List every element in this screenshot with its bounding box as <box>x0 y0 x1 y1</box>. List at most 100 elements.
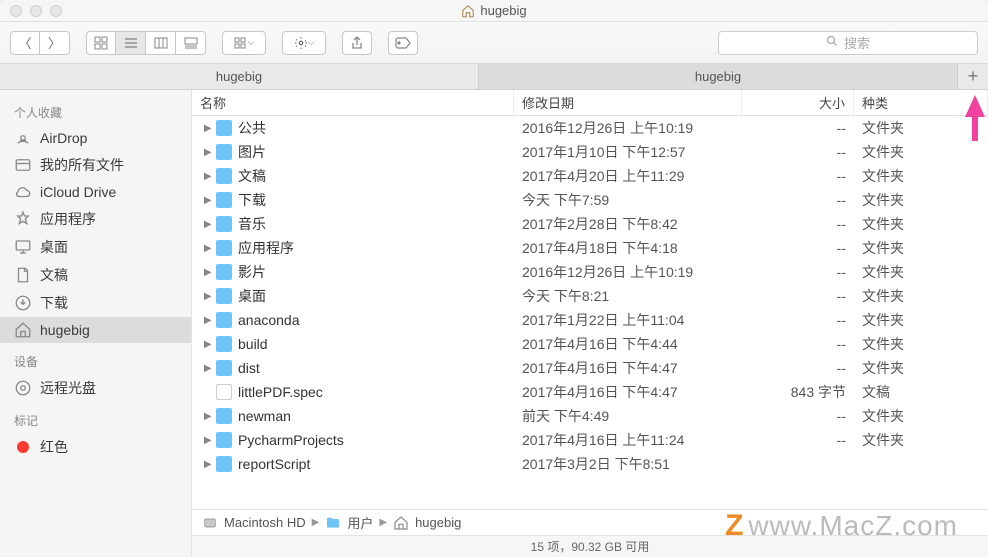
back-button[interactable]: 〈 <box>10 31 40 55</box>
file-size: -- <box>742 432 854 448</box>
sidebar-item[interactable]: 我的所有文件 <box>0 151 191 179</box>
file-row[interactable]: ▶桌面今天 下午8:21--文件夹 <box>192 284 988 308</box>
file-row[interactable]: ▶build2017年4月16日 下午4:44--文件夹 <box>192 332 988 356</box>
disclosure-triangle[interactable]: ▶ <box>200 291 210 302</box>
file-date: 前天 下午4:49 <box>514 406 742 426</box>
zoom-button[interactable] <box>50 5 62 17</box>
tag-icon <box>14 438 32 456</box>
sidebar-item-label: 远程光盘 <box>40 378 96 398</box>
search-field[interactable]: 搜索 <box>718 31 978 55</box>
file-row[interactable]: ▶文稿2017年4月20日 上午11:29--文件夹 <box>192 164 988 188</box>
action-button[interactable]: ⌵ <box>282 31 326 55</box>
column-view-button[interactable] <box>146 31 176 55</box>
sidebar-item[interactable]: AirDrop <box>0 125 191 151</box>
folder-icon <box>216 336 232 352</box>
search-icon <box>826 35 838 50</box>
file-row[interactable]: ▶影片2016年12月26日 上午10:19--文件夹 <box>192 260 988 284</box>
col-date[interactable]: 修改日期 <box>514 90 742 115</box>
file-row[interactable]: ▶newman前天 下午4:49--文件夹 <box>192 404 988 428</box>
coverflow-view-button[interactable] <box>176 31 206 55</box>
disclosure-triangle[interactable]: ▶ <box>200 123 210 134</box>
nav-buttons: 〈 〉 <box>10 31 70 55</box>
breadcrumb-item[interactable]: 用户 <box>347 513 373 532</box>
disclosure-triangle[interactable]: ▶ <box>200 459 210 470</box>
col-size[interactable]: 大小 <box>742 90 854 115</box>
file-row[interactable]: ▶anaconda2017年1月22日 上午11:04--文件夹 <box>192 308 988 332</box>
file-name: 桌面 <box>238 286 266 306</box>
folder-icon <box>216 216 232 232</box>
disclosure-triangle[interactable]: ▶ <box>200 435 210 446</box>
disclosure-triangle[interactable]: ▶ <box>200 315 210 326</box>
folder-icon <box>216 288 232 304</box>
file-date: 2017年4月16日 下午4:44 <box>514 334 742 354</box>
sidebar-item[interactable]: hugebig <box>0 317 191 343</box>
disclosure-triangle[interactable]: ▶ <box>200 363 210 374</box>
sidebar-section-header: 设备 <box>0 343 191 374</box>
disclosure-triangle[interactable]: ▶ <box>200 267 210 278</box>
tags-button[interactable] <box>388 31 418 55</box>
disclosure-triangle[interactable]: ▶ <box>200 147 210 158</box>
file-row[interactable]: ▶下载今天 下午7:59--文件夹 <box>192 188 988 212</box>
view-buttons <box>86 31 206 55</box>
tab-1[interactable]: hugebig <box>0 64 479 89</box>
sidebar-item[interactable]: 文稿 <box>0 261 191 289</box>
folder-icon <box>216 144 232 160</box>
breadcrumb-item[interactable]: hugebig <box>415 515 461 530</box>
folder-icon <box>216 312 232 328</box>
file-row[interactable]: ▶公共2016年12月26日 上午10:19--文件夹 <box>192 116 988 140</box>
file-name: PycharmProjects <box>238 432 344 448</box>
minimize-button[interactable] <box>30 5 42 17</box>
sidebar-item-label: 我的所有文件 <box>40 155 124 175</box>
disclosure-triangle[interactable]: ▶ <box>200 195 210 206</box>
forward-button[interactable]: 〉 <box>40 31 70 55</box>
tab-2[interactable]: hugebig <box>479 64 958 89</box>
disclosure-triangle[interactable]: ▶ <box>200 411 210 422</box>
file-row[interactable]: ▶音乐2017年2月28日 下午8:42--文件夹 <box>192 212 988 236</box>
add-tab-button[interactable]: + <box>958 64 988 89</box>
col-kind[interactable]: 种类 <box>854 90 988 115</box>
file-name: 图片 <box>238 142 266 162</box>
file-date: 2017年1月10日 下午12:57 <box>514 142 742 162</box>
disclosure-triangle[interactable]: ▶ <box>200 171 210 182</box>
sidebar-item-label: 应用程序 <box>40 209 96 229</box>
sidebar-item[interactable]: 红色 <box>0 433 191 461</box>
icloud-icon <box>14 183 32 201</box>
file-name: 应用程序 <box>238 238 294 258</box>
disclosure-triangle[interactable]: ▶ <box>200 219 210 230</box>
file-size: -- <box>742 336 854 352</box>
sidebar-item[interactable]: 远程光盘 <box>0 374 191 402</box>
close-button[interactable] <box>10 5 22 17</box>
file-date: 2017年1月22日 上午11:04 <box>514 310 742 330</box>
disc-icon <box>14 379 32 397</box>
file-row[interactable]: ▶reportScript2017年3月2日 下午8:51 <box>192 452 988 476</box>
file-kind: 文件夹 <box>854 142 988 162</box>
sidebar-item-label: iCloud Drive <box>40 184 116 200</box>
file-date: 今天 下午7:59 <box>514 190 742 210</box>
file-name: newman <box>238 408 291 424</box>
col-name[interactable]: 名称 <box>192 90 514 115</box>
file-row[interactable]: ▶应用程序2017年4月18日 下午4:18--文件夹 <box>192 236 988 260</box>
list-view-button[interactable] <box>116 31 146 55</box>
arrange-button[interactable]: ⌵ <box>222 31 266 55</box>
sidebar: 个人收藏AirDrop我的所有文件iCloud Drive应用程序桌面文稿下载h… <box>0 90 192 557</box>
allfiles-icon <box>14 156 32 174</box>
share-button[interactable] <box>342 31 372 55</box>
icon-view-button[interactable] <box>86 31 116 55</box>
window-title: hugebig <box>461 3 526 18</box>
breadcrumb-item[interactable]: Macintosh HD <box>224 515 306 530</box>
file-kind: 文稿 <box>854 382 988 402</box>
disclosure-triangle[interactable]: ▶ <box>200 243 210 254</box>
file-row[interactable]: ▶dist2017年4月16日 下午4:47--文件夹 <box>192 356 988 380</box>
sidebar-item[interactable]: 桌面 <box>0 233 191 261</box>
folder-icon <box>216 360 232 376</box>
file-row[interactable]: ▶图片2017年1月10日 下午12:57--文件夹 <box>192 140 988 164</box>
file-date: 2017年4月16日 下午4:47 <box>514 382 742 402</box>
folder-icon <box>216 240 232 256</box>
disclosure-triangle[interactable]: ▶ <box>200 339 210 350</box>
sidebar-item[interactable]: 下载 <box>0 289 191 317</box>
file-name: dist <box>238 360 260 376</box>
sidebar-item[interactable]: 应用程序 <box>0 205 191 233</box>
sidebar-item[interactable]: iCloud Drive <box>0 179 191 205</box>
file-row[interactable]: littlePDF.spec2017年4月16日 下午4:47843 字节文稿 <box>192 380 988 404</box>
file-row[interactable]: ▶PycharmProjects2017年4月16日 上午11:24--文件夹 <box>192 428 988 452</box>
